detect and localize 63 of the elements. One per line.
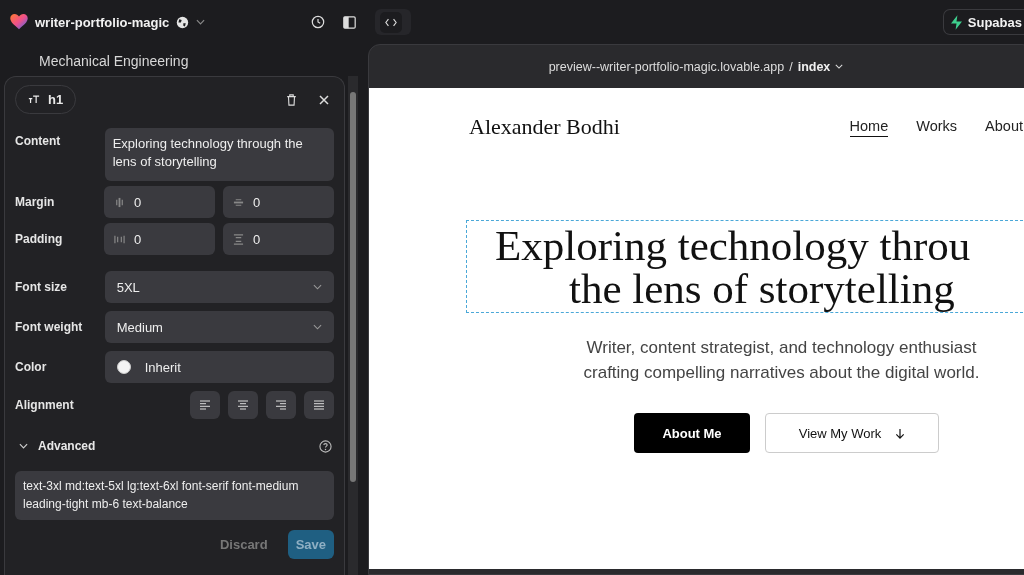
nav-link[interactable]: Works (916, 117, 958, 137)
site-brand[interactable]: Alexander Bodhi (469, 114, 620, 140)
nav-link[interactable]: About (985, 117, 1023, 137)
globe-icon (176, 15, 190, 29)
bolt-icon (950, 14, 962, 30)
chevron-down-icon (313, 284, 322, 290)
align-center-button[interactable] (228, 391, 258, 419)
spacing-field[interactable]: 0 (104, 186, 215, 218)
tag-label: h1 (48, 92, 64, 107)
field-label: Content (15, 133, 62, 148)
dropdown-select[interactable]: 5XL (104, 271, 334, 303)
align-right-icon (275, 400, 287, 410)
class-names-field[interactable]: text-3xl md:text-5xl lg:text-6xl font-serif font-medium leading-tight mb-6 text-balance (15, 471, 334, 520)
horizontal-margin-icon (114, 196, 125, 208)
hero-heading[interactable]: Exploring technology throu the lens of storytelling (466, 220, 1023, 313)
color-swatch-icon (116, 360, 131, 374)
path-separator: / (789, 59, 793, 74)
scrollbar[interactable] (348, 76, 358, 575)
chevron-down-icon (313, 324, 322, 330)
close-icon[interactable] (319, 94, 329, 105)
align-left-icon (199, 400, 211, 410)
view-work-button[interactable]: View My Work (765, 413, 939, 453)
field-label: Font size (15, 280, 68, 294)
field-label: Font weight (15, 320, 84, 334)
field-label: Padding (15, 232, 64, 246)
about-me-button[interactable]: About Me (634, 413, 750, 453)
preview-url[interactable]: preview--writer-portfolio-magic.lovable.app (548, 59, 785, 74)
sidebar-toggle-icon[interactable] (343, 15, 356, 29)
color-picker[interactable]: Inherit (104, 351, 334, 383)
text-size-icon (28, 95, 40, 104)
heart-logo-icon (10, 14, 28, 30)
align-left-button[interactable] (190, 391, 220, 419)
align-justify-button[interactable] (304, 391, 334, 419)
chevron-down-icon[interactable] (196, 19, 206, 25)
discard-button[interactable]: Discard (213, 536, 274, 553)
field-label: Margin (15, 195, 56, 209)
field-label: Color (15, 360, 48, 374)
spacing-field[interactable]: 0 (223, 186, 334, 218)
spacing-field[interactable]: 0 (223, 223, 334, 255)
spacing-field[interactable]: 0 (104, 223, 215, 255)
nav-link[interactable]: Home (849, 117, 889, 137)
align-right-button[interactable] (266, 391, 296, 419)
history-icon[interactable] (311, 15, 325, 29)
chevron-down-icon[interactable] (19, 443, 28, 449)
dropdown-select[interactable]: Medium (104, 311, 334, 343)
page-selector[interactable]: index (797, 59, 831, 74)
field-label: Alignment (15, 398, 75, 412)
content-field[interactable]: Exploring technology through the lens of storytelling (104, 128, 334, 181)
code-toggle[interactable] (375, 9, 411, 35)
code-icon (380, 11, 402, 33)
vertical-margin-icon (233, 196, 244, 208)
help-icon[interactable] (319, 439, 332, 453)
hero-subtitle: Writer, content strategist, and technology enthusiast crafting compelling narratives about the digital world. (582, 337, 981, 384)
horizontal-padding-icon (114, 233, 125, 245)
align-center-icon (237, 400, 249, 410)
chat-message-text: Mechanical Engineering (38, 52, 190, 71)
align-justify-icon (313, 400, 325, 410)
trash-icon[interactable] (286, 93, 297, 106)
vertical-padding-icon (233, 233, 244, 245)
advanced-toggle[interactable]: Advanced (38, 439, 96, 453)
supabase-button[interactable]: Supabas (942, 9, 1024, 35)
project-name[interactable]: writer-portfolio-magic (35, 14, 170, 30)
arrow-down-icon (895, 427, 906, 439)
